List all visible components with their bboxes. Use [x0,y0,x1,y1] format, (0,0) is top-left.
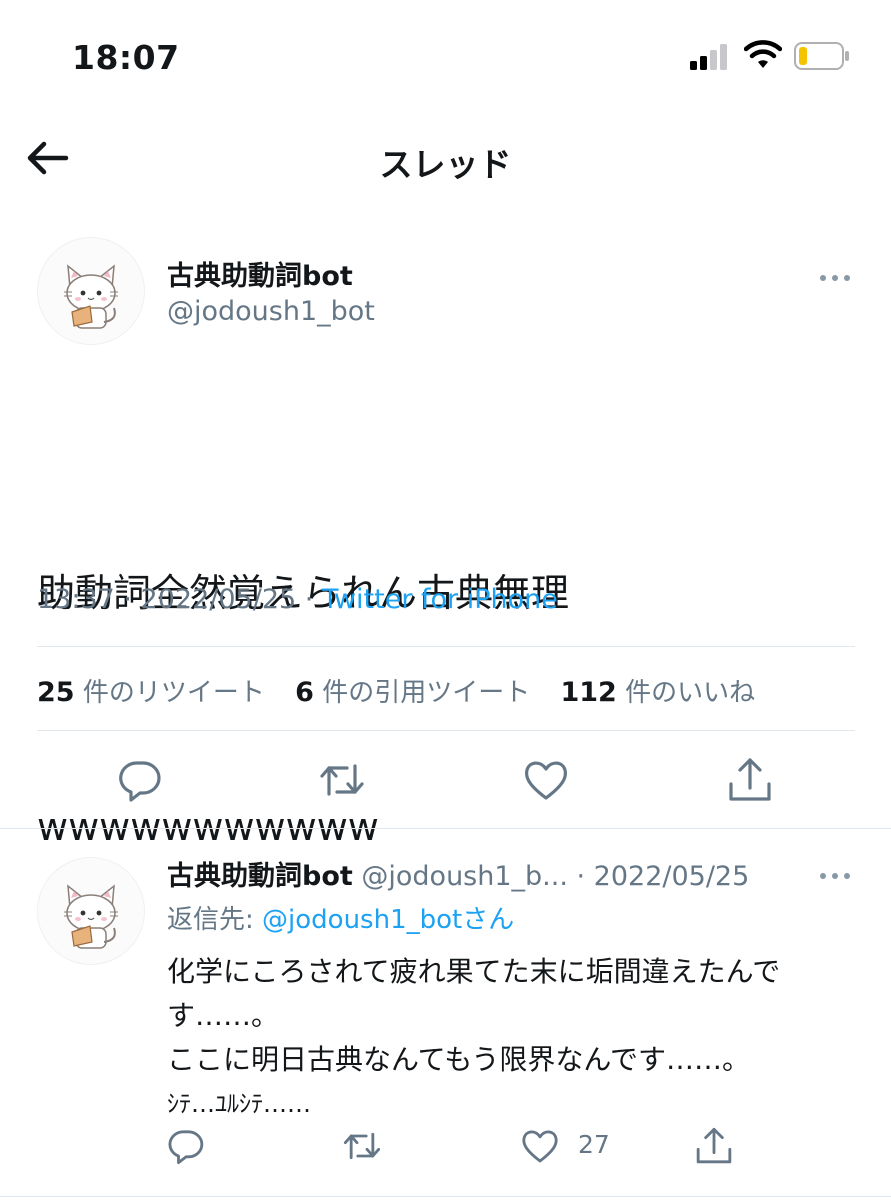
author-display-name[interactable]: 古典助動詞bot [167,254,353,293]
comment-icon[interactable] [116,756,164,804]
quotes-label: 件の引用ツイート [322,678,531,708]
reply-text-line: ｼﾃ…ﾕﾙｼﾃ…… [167,1090,311,1118]
divider [0,1196,891,1197]
reply-text-line: す……。 [167,999,280,1032]
reply-header: 古典助動詞bot @jodoush1_b... · 2022/05/25 [167,854,749,893]
more-options-icon[interactable] [818,268,852,281]
share-icon[interactable] [694,1126,734,1166]
reply-to-line: 返信先: @jodoush1_botさん [167,899,514,936]
divider [37,730,855,731]
reply-to-label: 返信先: [167,905,263,935]
page-title: スレッド [379,145,512,184]
cat-avatar-icon [64,884,118,949]
heart-icon[interactable] [520,1126,560,1166]
retweets-stat[interactable]: 25 件のリツイート [37,677,265,708]
reply-to-mention[interactable]: @jodoush1_botさん [262,905,514,935]
likes-label: 件のいいね [625,678,756,708]
reply-author-display-name[interactable]: 古典助動詞bot [167,861,353,892]
retweets-label: 件のリツイート [82,678,265,708]
likes-count: 112 [560,677,617,708]
quotes-stat[interactable]: 6 件の引用ツイート [295,677,531,708]
retweet-icon[interactable] [342,1126,382,1166]
cellular-signal-icon [690,44,730,70]
retweets-count: 25 [37,677,75,708]
author-handle[interactable]: @jodoush1_bot [167,296,375,327]
heart-icon[interactable] [522,756,570,804]
comment-icon[interactable] [166,1126,206,1166]
status-time: 18:07 [72,38,180,77]
quotes-count: 6 [295,677,314,708]
battery-icon [794,42,850,70]
reply-text-line: 化学にころされて疲れ果てた末に垢間違えたんで [167,955,781,988]
divider [37,646,855,647]
divider [0,828,891,829]
share-icon[interactable] [726,756,774,804]
tweet-meta: 13:37 · 2022/05/25 · Twitter for iPhone [37,584,558,615]
reply-handle-date[interactable]: @jodoush1_b... · 2022/05/25 [361,861,749,892]
tweet-source-link[interactable]: Twitter for iPhone [322,584,558,615]
wifi-icon [743,40,783,70]
avatar[interactable] [37,237,145,345]
more-options-icon[interactable] [818,866,852,879]
cat-avatar-icon [64,264,118,329]
reply-like-count: 27 [578,1130,610,1159]
tweet-stats: 25 件のリツイート 6 件の引用ツイート 112 件のいいね [37,672,777,709]
likes-stat[interactable]: 112 件のいいね [560,677,756,708]
tweet-timestamp[interactable]: 13:37 · 2022/05/25 · [37,584,322,615]
reply-text-line: ここに明日古典なんてもう限界なんです……。 [167,1043,750,1076]
retweet-icon[interactable] [318,756,366,804]
reply-text: 化学にころされて疲れ果てた末に垢間違えたんで す……。 ここに明日古典なんてもう… [167,950,857,1126]
avatar[interactable] [37,857,145,965]
